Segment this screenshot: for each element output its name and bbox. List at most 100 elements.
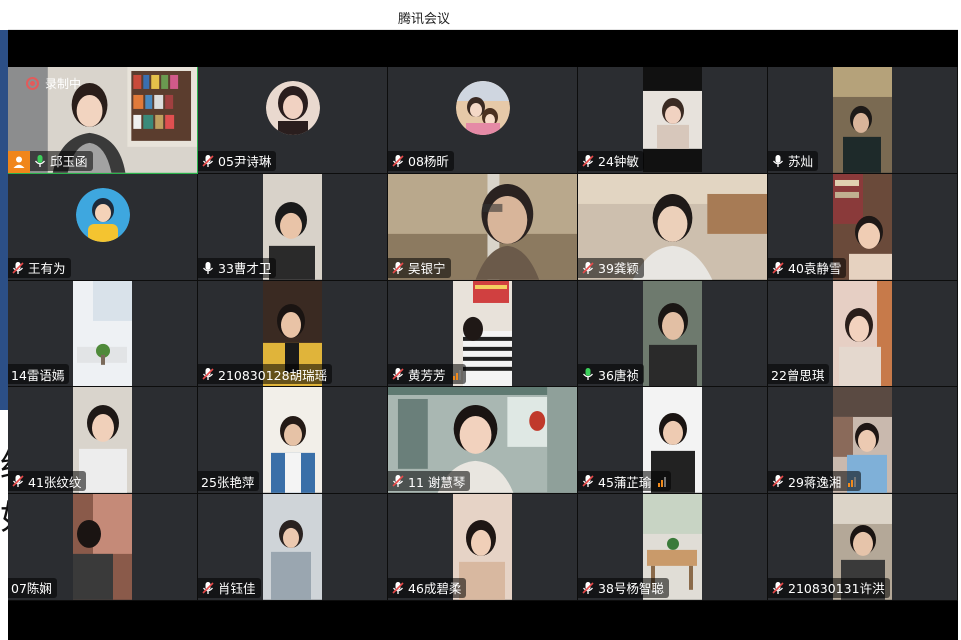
participant-name: 36唐祯 [598, 367, 639, 383]
bottom-toolbar-area [8, 601, 958, 640]
participant-tile-5[interactable]: 苏灿 [768, 67, 958, 174]
participant-name-tag: 22曾思琪 [768, 364, 830, 385]
participant-name: 40袁静雪 [788, 261, 842, 277]
participant-name-tag: 07陈娴 [8, 577, 57, 598]
participant-tile-15[interactable]: 22曾思琪 [768, 280, 958, 388]
mic-muted-icon [202, 154, 214, 167]
mic-muted-icon [582, 261, 594, 274]
participant-name-tag: 14雷语嫣 [8, 364, 70, 385]
mic-muted-icon [392, 261, 404, 274]
signal-strength-icon [452, 369, 461, 380]
participant-name: 邱玉函 [50, 154, 88, 170]
participant-tile-25[interactable]: 210830131许洪 [768, 494, 958, 601]
participant-tile-18[interactable]: 11 谢慧琴 [388, 387, 578, 495]
participant-name-tag: 王有为 [8, 257, 71, 278]
edge-char-1: 绍 [0, 440, 8, 492]
participant-tile-17[interactable]: 25张艳萍 [198, 387, 388, 495]
participant-name: 46成碧柔 [408, 581, 462, 597]
participant-name-tag: 08杨昕 [388, 150, 454, 171]
participant-name: 38号杨智聪 [598, 581, 664, 597]
participant-name: 05尹诗琳 [218, 154, 272, 170]
participant-name-tag: 吴银宁 [388, 257, 451, 278]
meeting-window: 绍 如 腾讯会议 录制中 [0, 0, 961, 640]
video-feed [73, 494, 132, 600]
participant-name: 25张艳萍 [201, 474, 255, 490]
participant-name-tag: 210830128胡瑞瑶 [198, 364, 333, 385]
signal-strength-icon [658, 476, 667, 487]
participant-name-tag: 邱玉函 [30, 150, 93, 171]
participant-name-tag: 45蒲芷瑜 [578, 471, 672, 492]
participant-tile-12[interactable]: 210830128胡瑞瑶 [198, 280, 388, 388]
participant-name: 苏灿 [788, 154, 814, 170]
video-feed [833, 67, 892, 173]
participant-name-tag: 05尹诗琳 [198, 150, 277, 171]
participant-tile-4[interactable]: 24钟敏 [578, 67, 768, 174]
mic-muted-icon [582, 154, 594, 167]
participant-tile-11[interactable]: 14雷语嫣 [8, 280, 198, 388]
video-feed [73, 280, 132, 387]
participant-tile-23[interactable]: 46成碧柔 [388, 494, 578, 601]
mic-on-icon [772, 154, 784, 167]
mic-muted-icon [772, 475, 784, 488]
video-feed [263, 494, 322, 600]
participant-name: 39龚颖 [598, 261, 639, 277]
participant-name-tag: 黄芳芳 [388, 364, 466, 385]
avatar [266, 81, 320, 135]
participant-tile-3[interactable]: 08杨昕 [388, 67, 578, 174]
participant-tile-24[interactable]: 38号杨智聪 [578, 494, 768, 601]
participant-tile-14[interactable]: 36唐祯 [578, 280, 768, 388]
participant-name: 29蒋逸湘 [788, 474, 842, 490]
participant-tile-21[interactable]: 07陈娴 [8, 494, 198, 601]
host-icon [8, 150, 30, 173]
participant-name-tag: 40袁静雪 [768, 257, 847, 278]
participant-name: 45蒲芷瑜 [598, 474, 652, 490]
participant-name: 22曾思琪 [771, 367, 825, 383]
avatar [76, 187, 130, 242]
participant-name: 210830128胡瑞瑶 [218, 367, 328, 383]
participant-tile-16[interactable]: 41张纹纹 [8, 387, 198, 495]
video-feed [643, 280, 702, 387]
participant-name-tag: 46成碧柔 [388, 577, 467, 598]
participant-tile-1[interactable]: 录制中 邱玉函 [8, 67, 198, 174]
participant-name-tag: 29蒋逸湘 [768, 471, 862, 492]
mic-muted-icon [12, 261, 24, 274]
participant-name-tag: 36唐祯 [578, 364, 644, 385]
participant-name: 王有为 [28, 261, 66, 277]
participant-tile-22[interactable]: 肖钰佳 [198, 494, 388, 601]
mic-muted-icon [582, 581, 594, 594]
participant-tile-9[interactable]: 39龚颖 [578, 173, 768, 281]
participant-name-tag: 38号杨智聪 [578, 577, 669, 598]
participant-name-tag: 24钟敏 [578, 150, 644, 171]
participant-name: 41张纹纹 [28, 474, 82, 490]
recording-indicator[interactable]: 录制中 [26, 75, 81, 92]
participant-name-tag: 39龚颖 [578, 257, 644, 278]
mic-muted-icon [772, 581, 784, 594]
participant-tile-2[interactable]: 05尹诗琳 [198, 67, 388, 174]
title-bar[interactable]: 腾讯会议 [8, 0, 958, 30]
participant-name-tag: 苏灿 [768, 150, 819, 171]
participant-tile-19[interactable]: 45蒲芷瑜 [578, 387, 768, 495]
participant-name-tag: 210830131许洪 [768, 577, 890, 598]
video-feed [263, 387, 322, 494]
record-icon [26, 77, 39, 90]
avatar [456, 81, 510, 135]
top-toolbar-area [8, 30, 958, 67]
participant-name: 07陈娴 [11, 581, 52, 597]
participant-tile-13[interactable]: 黄芳芳 [388, 280, 578, 388]
participant-name: 肖钰佳 [218, 581, 256, 597]
participant-name-tag: 41张纹纹 [8, 471, 87, 492]
mic-muted-icon [772, 261, 784, 274]
participant-name: 210830131许洪 [788, 581, 885, 597]
mic-muted-icon [392, 475, 404, 488]
participant-name-tag: 33曹才卫 [198, 257, 277, 278]
participant-tile-6[interactable]: 王有为 [8, 173, 198, 281]
mic-muted-icon [202, 581, 214, 594]
participant-tile-8[interactable]: 吴银宁 [388, 173, 578, 281]
mic-muted-icon [392, 581, 404, 594]
participant-tile-10[interactable]: 40袁静雪 [768, 173, 958, 281]
participant-name-tag: 肖钰佳 [198, 577, 261, 598]
mic-active-icon [34, 154, 46, 167]
participant-tile-7[interactable]: 33曹才卫 [198, 173, 388, 281]
participant-tile-20[interactable]: 29蒋逸湘 [768, 387, 958, 495]
mic-on-icon [202, 261, 214, 274]
